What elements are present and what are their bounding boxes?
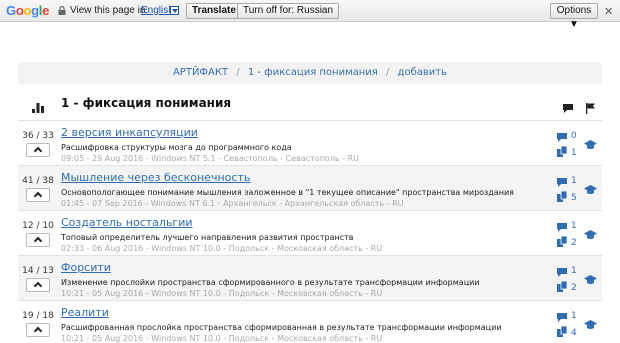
lock-icon bbox=[58, 6, 66, 15]
google-logo: Google bbox=[6, 3, 49, 18]
comment-icon[interactable] bbox=[557, 268, 567, 277]
turn-off-button[interactable]: Turn off for: Russian bbox=[237, 3, 340, 19]
item-description: Изменение прослойки пространства сформир… bbox=[61, 278, 480, 287]
item-description: Расшифрованная прослойка пространства сф… bbox=[61, 323, 502, 332]
upvote-button[interactable] bbox=[26, 323, 50, 337]
list-item: 14 / 13 Форсити Изменение прослойки прос… bbox=[18, 255, 602, 300]
vote-score: 14 / 13 bbox=[22, 266, 54, 276]
breadcrumb-current[interactable]: 1 - фиксация понимания bbox=[248, 67, 378, 78]
comment-count[interactable]: 0 bbox=[571, 131, 577, 141]
breadcrumb: АРТЙФАКТ / 1 - фиксация понимания / доба… bbox=[18, 62, 602, 84]
comment-icon bbox=[563, 104, 573, 113]
upvote-button[interactable] bbox=[26, 233, 50, 247]
graduation-cap-icon[interactable] bbox=[584, 275, 597, 285]
options-button[interactable]: Options ▼ bbox=[550, 3, 598, 30]
item-title-link[interactable]: Реалити bbox=[61, 306, 109, 319]
document-count[interactable]: 4 bbox=[571, 328, 577, 338]
upvote-button[interactable] bbox=[26, 143, 50, 157]
vote-score: 41 / 38 bbox=[22, 176, 54, 186]
flag-icon bbox=[586, 103, 595, 114]
item-meta: 10:21 - 05 Aug 2016 - Windows NT 10.0 - … bbox=[61, 334, 383, 343]
logo-letter: G bbox=[6, 3, 16, 18]
graduation-cap-icon[interactable] bbox=[584, 320, 597, 330]
documents-icon[interactable] bbox=[557, 281, 569, 292]
document-count[interactable]: 2 bbox=[571, 238, 577, 248]
item-meta: 10:21 - 05 Aug 2016 - Windows NT 10.0 - … bbox=[61, 289, 383, 298]
language-select[interactable]: English bbox=[141, 5, 174, 16]
breadcrumb-artifact[interactable]: АРТЙФАКТ bbox=[173, 67, 228, 78]
list-item: 36 / 33 2 версия инкапсуляции Расшифровк… bbox=[18, 120, 602, 165]
language-dropdown-icon[interactable] bbox=[170, 6, 179, 15]
logo-letter: o bbox=[15, 3, 24, 18]
comment-count[interactable]: 1 bbox=[571, 311, 577, 321]
comment-icon[interactable] bbox=[557, 133, 567, 142]
breadcrumb-separator: / bbox=[236, 67, 240, 78]
logo-letter: e bbox=[42, 3, 50, 18]
bar-chart-icon bbox=[32, 103, 44, 113]
breadcrumb-add[interactable]: добавить bbox=[398, 67, 447, 78]
vote-score: 19 / 18 bbox=[22, 311, 54, 321]
item-description: Расшифровка структуры мозга до программн… bbox=[61, 143, 292, 152]
graduation-cap-icon[interactable] bbox=[584, 140, 597, 150]
logo-letter: g bbox=[31, 3, 39, 18]
vote-score: 36 / 33 bbox=[22, 131, 54, 141]
breadcrumb-separator: / bbox=[386, 67, 390, 78]
list-item: 19 / 18 Реалити Расшифрованная прослойка… bbox=[18, 300, 602, 343]
item-title-link[interactable]: 2 версия инкапсуляции bbox=[61, 126, 198, 139]
translate-prompt: View this page in: bbox=[70, 5, 149, 16]
document-count[interactable]: 5 bbox=[571, 193, 577, 203]
item-meta: 02:33 - 06 Aug 2016 - Windows NT 10.0 - … bbox=[61, 244, 383, 253]
translate-bar: Google View this page in: English Transl… bbox=[0, 0, 620, 30]
item-description: Топовый определитель лучшего направления… bbox=[61, 233, 354, 242]
documents-icon[interactable] bbox=[557, 236, 569, 247]
comment-icon[interactable] bbox=[557, 178, 567, 187]
comment-icon[interactable] bbox=[557, 313, 567, 322]
graduation-cap-icon[interactable] bbox=[584, 230, 597, 240]
item-title-link[interactable]: Форсити bbox=[61, 261, 111, 274]
documents-icon[interactable] bbox=[557, 326, 569, 337]
comment-count[interactable]: 1 bbox=[571, 221, 577, 231]
logo-letter: o bbox=[23, 3, 32, 18]
list-item: 12 / 10 Создатель ностальгии Топовый опр… bbox=[18, 210, 602, 255]
documents-icon[interactable] bbox=[557, 191, 569, 202]
item-description: Основопологающее понимание мышления зало… bbox=[61, 188, 514, 197]
list-item: 41 / 38 Мышление через бесконечность Осн… bbox=[18, 165, 602, 210]
comment-count[interactable]: 1 bbox=[571, 176, 577, 186]
page-title: 1 - фиксация понимания bbox=[61, 96, 232, 110]
upvote-button[interactable] bbox=[26, 188, 50, 202]
item-meta: 09:05 - 29 Aug 2016 - Windows NT 5.1 - С… bbox=[61, 154, 360, 163]
upvote-button[interactable] bbox=[26, 278, 50, 292]
vote-score: 12 / 10 bbox=[22, 221, 54, 231]
document-count[interactable]: 1 bbox=[571, 148, 577, 158]
close-icon[interactable]: ✕ bbox=[604, 5, 613, 18]
list-header: 1 - фиксация понимания bbox=[18, 94, 602, 120]
document-count[interactable]: 2 bbox=[571, 283, 577, 293]
item-title-link[interactable]: Создатель ностальгии bbox=[61, 216, 193, 229]
translate-button[interactable]: Translate bbox=[186, 3, 242, 19]
item-title-link[interactable]: Мышление через бесконечность bbox=[61, 171, 250, 184]
comment-icon[interactable] bbox=[557, 223, 567, 232]
comment-count[interactable]: 1 bbox=[571, 266, 577, 276]
item-meta: 01:45 - 07 Sep 2016 - Windows NT 6.1 - А… bbox=[61, 199, 404, 208]
documents-icon[interactable] bbox=[557, 146, 569, 157]
graduation-cap-icon[interactable] bbox=[584, 185, 597, 195]
